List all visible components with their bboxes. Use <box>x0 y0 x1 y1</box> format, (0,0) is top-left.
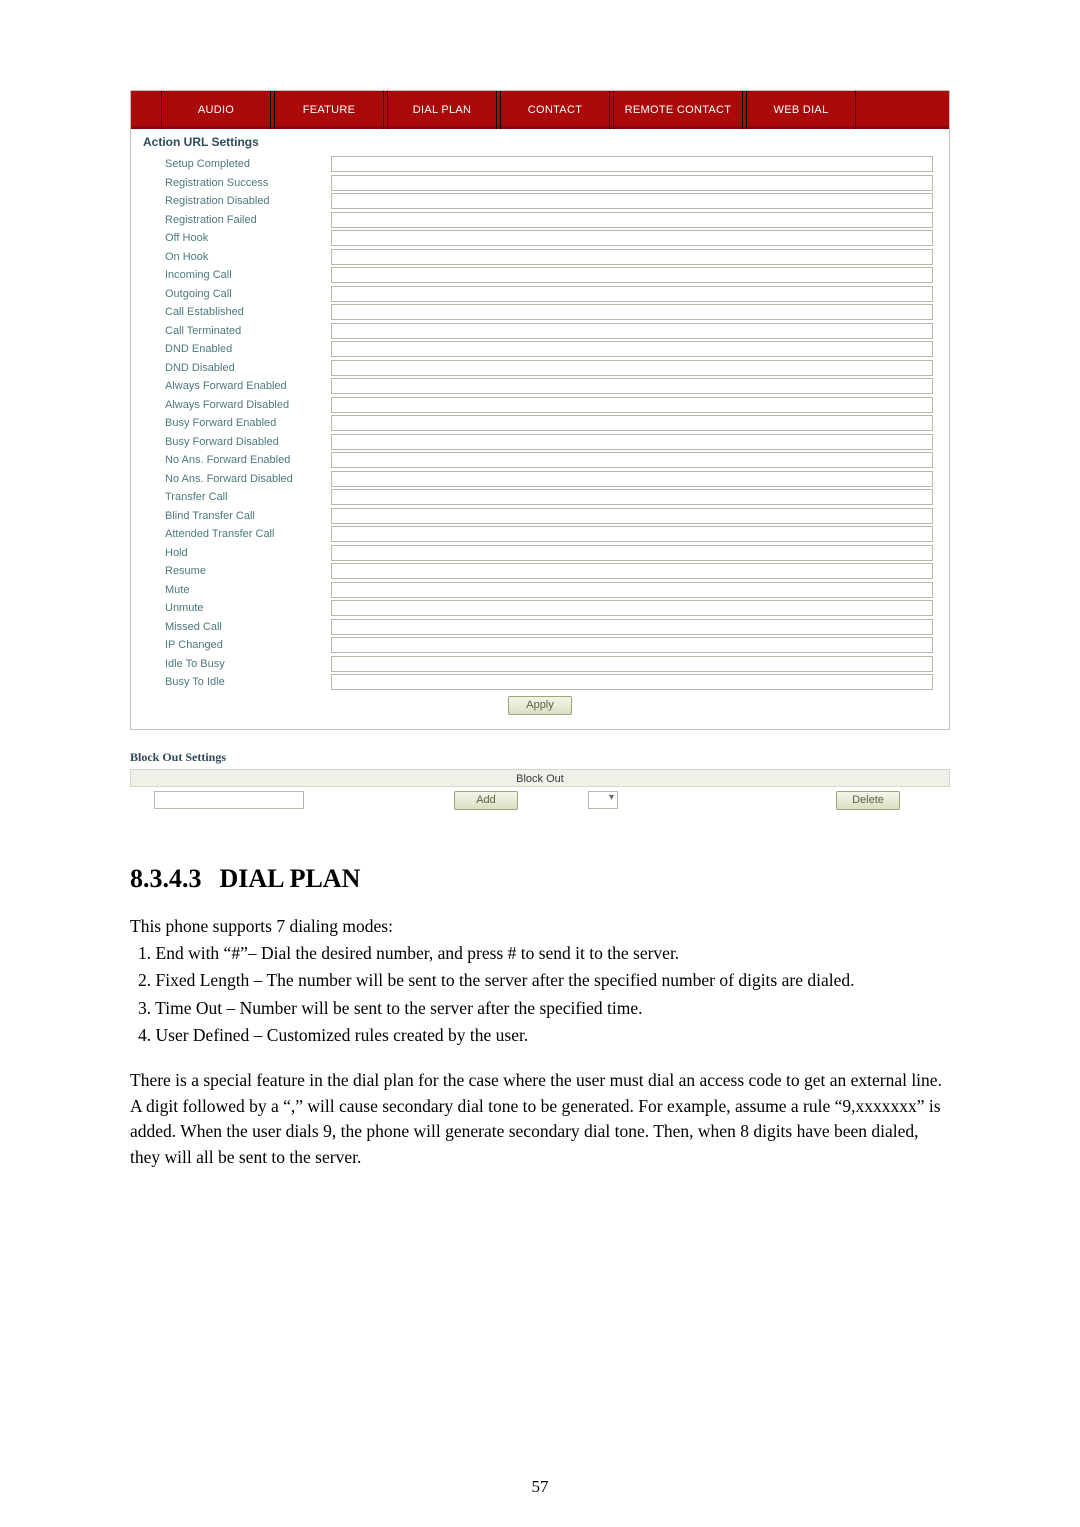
label-mute: Mute <box>141 584 331 596</box>
add-button[interactable]: Add <box>454 791 518 810</box>
input-registration-success[interactable] <box>331 175 933 191</box>
label-busy-to-idle: Busy To Idle <box>141 676 331 688</box>
list-item: 1. End with “#”– Dial the desired number… <box>130 941 950 966</box>
label-missed-call: Missed Call <box>141 621 331 633</box>
input-always-forward-enabled[interactable] <box>331 378 933 394</box>
list-item: 4. User Defined – Customized rules creat… <box>130 1023 950 1048</box>
input-registration-disabled[interactable] <box>331 193 933 209</box>
tab-dial-plan[interactable]: DIAL PLAN <box>387 91 497 129</box>
tab-remote-contact[interactable]: REMOTE CONTACT <box>613 91 743 129</box>
action-url-form: Setup Completed Registration Success Reg… <box>131 153 949 729</box>
input-transfer-call[interactable] <box>331 489 933 505</box>
label-setup-completed: Setup Completed <box>141 158 331 170</box>
input-dnd-enabled[interactable] <box>331 341 933 357</box>
label-always-forward-enabled: Always Forward Enabled <box>141 380 331 392</box>
label-transfer-call: Transfer Call <box>141 491 331 503</box>
label-incoming-call: Incoming Call <box>141 269 331 281</box>
label-busy-forward-enabled: Busy Forward Enabled <box>141 417 331 429</box>
input-always-forward-disabled[interactable] <box>331 397 933 413</box>
tab-strip: AUDIO FEATURE DIAL PLAN CONTACT REMOTE C… <box>131 91 949 129</box>
input-resume[interactable] <box>331 563 933 579</box>
input-idle-to-busy[interactable] <box>331 656 933 672</box>
input-off-hook[interactable] <box>331 230 933 246</box>
list-item: 3. Time Out – Number will be sent to the… <box>130 996 950 1021</box>
label-ip-changed: IP Changed <box>141 639 331 651</box>
paragraph: There is a special feature in the dial p… <box>130 1068 950 1170</box>
input-busy-to-idle[interactable] <box>331 674 933 690</box>
chevron-down-icon: ▾ <box>609 792 614 803</box>
input-call-terminated[interactable] <box>331 323 933 339</box>
list-item: 2. Fixed Length – The number will be sen… <box>130 968 950 993</box>
label-idle-to-busy: Idle To Busy <box>141 658 331 670</box>
input-outgoing-call[interactable] <box>331 286 933 302</box>
block-out-caption: Block Out <box>130 769 950 787</box>
section-title-action-url: Action URL Settings <box>131 129 949 153</box>
input-missed-call[interactable] <box>331 619 933 635</box>
label-busy-forward-disabled: Busy Forward Disabled <box>141 436 331 448</box>
label-hold: Hold <box>141 547 331 559</box>
tab-feature[interactable]: FEATURE <box>274 91 384 129</box>
label-on-hook: On Hook <box>141 251 331 263</box>
block-out-select[interactable]: ▾ <box>588 791 618 809</box>
label-attended-transfer-call: Attended Transfer Call <box>141 528 331 540</box>
tab-web-dial[interactable]: WEB DIAL <box>746 91 856 129</box>
page-number: 57 <box>0 1477 1080 1497</box>
label-registration-disabled: Registration Disabled <box>141 195 331 207</box>
tab-audio[interactable]: AUDIO <box>161 91 271 129</box>
heading-number: 8.3.4.3 <box>130 864 202 894</box>
input-attended-transfer-call[interactable] <box>331 526 933 542</box>
intro-text: This phone supports 7 dialing modes: <box>130 914 950 939</box>
input-call-established[interactable] <box>331 304 933 320</box>
input-incoming-call[interactable] <box>331 267 933 283</box>
label-always-forward-disabled: Always Forward Disabled <box>141 399 331 411</box>
input-hold[interactable] <box>331 545 933 561</box>
input-setup-completed[interactable] <box>331 156 933 172</box>
label-outgoing-call: Outgoing Call <box>141 288 331 300</box>
label-no-ans-forward-disabled: No Ans. Forward Disabled <box>141 473 331 485</box>
label-blind-transfer-call: Blind Transfer Call <box>141 510 331 522</box>
input-unmute[interactable] <box>331 600 933 616</box>
input-dnd-disabled[interactable] <box>331 360 933 376</box>
input-no-ans-forward-disabled[interactable] <box>331 471 933 487</box>
input-registration-failed[interactable] <box>331 212 933 228</box>
heading-dial-plan: 8.3.4.3 DIAL PLAN <box>130 864 950 894</box>
input-blind-transfer-call[interactable] <box>331 508 933 524</box>
settings-panel: AUDIO FEATURE DIAL PLAN CONTACT REMOTE C… <box>130 90 950 730</box>
input-on-hook[interactable] <box>331 249 933 265</box>
input-busy-forward-enabled[interactable] <box>331 415 933 431</box>
apply-button[interactable]: Apply <box>508 696 572 715</box>
label-dnd-enabled: DND Enabled <box>141 343 331 355</box>
label-call-terminated: Call Terminated <box>141 325 331 337</box>
delete-button[interactable]: Delete <box>836 791 900 810</box>
label-no-ans-forward-enabled: No Ans. Forward Enabled <box>141 454 331 466</box>
label-off-hook: Off Hook <box>141 232 331 244</box>
input-no-ans-forward-enabled[interactable] <box>331 452 933 468</box>
label-registration-failed: Registration Failed <box>141 214 331 226</box>
label-call-established: Call Established <box>141 306 331 318</box>
label-dnd-disabled: DND Disabled <box>141 362 331 374</box>
input-ip-changed[interactable] <box>331 637 933 653</box>
document-body: 8.3.4.3 DIAL PLAN This phone supports 7 d… <box>130 864 950 1170</box>
label-unmute: Unmute <box>141 602 331 614</box>
block-out-section: Block Out Settings Block Out Add ▾ Delet… <box>130 744 950 816</box>
input-busy-forward-disabled[interactable] <box>331 434 933 450</box>
label-registration-success: Registration Success <box>141 177 331 189</box>
label-resume: Resume <box>141 565 331 577</box>
section-title-block-out: Block Out Settings <box>130 744 950 769</box>
heading-text: DIAL PLAN <box>220 864 361 893</box>
block-out-input[interactable] <box>154 791 304 809</box>
tab-contact[interactable]: CONTACT <box>500 91 610 129</box>
input-mute[interactable] <box>331 582 933 598</box>
